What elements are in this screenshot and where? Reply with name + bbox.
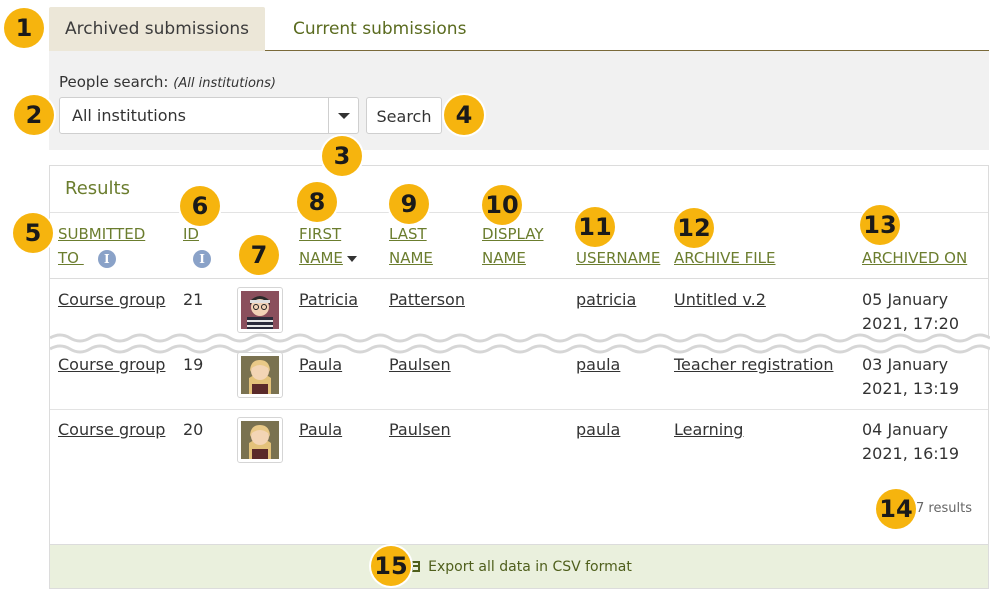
callout-badge: 6 [180, 186, 220, 226]
id-value: 21 [183, 290, 204, 309]
people-search-label-text: People search: [59, 73, 169, 91]
avatar-image [241, 356, 279, 394]
avatar[interactable] [237, 352, 283, 398]
archived-on-line2: 2021, 16:19 [862, 444, 959, 463]
last-name-link[interactable]: Paulsen [389, 418, 451, 442]
search-panel: People search: (All institutions) All in… [49, 51, 989, 150]
avatar[interactable] [237, 417, 283, 463]
col-last-name-line2: NAME [389, 249, 433, 267]
col-display-name-line1: DISPLAY [482, 225, 544, 243]
submitted-to-link[interactable]: Course group [58, 288, 165, 312]
first-name-link[interactable]: Patricia [299, 288, 358, 312]
results-count: 7 results [916, 501, 972, 516]
first-name-link[interactable]: Paula [299, 418, 342, 442]
archived-on-value: 05 January 2021, 17:20 [862, 288, 959, 336]
info-icon[interactable]: i [193, 249, 211, 268]
people-search-label-note: (All institutions) [173, 76, 277, 91]
id-value: 20 [183, 420, 204, 439]
export-csv-link[interactable]: Export all data in CSV format [50, 544, 988, 588]
archived-on-line2: 2021, 13:19 [862, 379, 959, 398]
col-last-name-line1: LAST [389, 225, 427, 243]
username-link[interactable]: paula [576, 353, 620, 377]
col-first-name[interactable]: FIRST NAME [299, 222, 357, 270]
tab-bar: Archived submissions Current submissions [49, 7, 989, 51]
callout-badge: 11 [575, 207, 615, 247]
archive-file-link[interactable]: Untitled v.2 [674, 288, 766, 312]
last-name-link[interactable]: Paulsen [389, 353, 451, 377]
institution-select-value: All institutions [72, 106, 186, 125]
results-title: Results [65, 178, 130, 199]
export-csv-label: Export all data in CSV format [428, 559, 632, 575]
callout-badge: 8 [297, 182, 337, 222]
username-link[interactable]: patricia [576, 288, 636, 312]
archive-file-link[interactable]: Learning [674, 418, 743, 442]
col-submitted-to-line1: SUBMITTED [58, 225, 146, 243]
callout-badge: 7 [239, 235, 279, 275]
tab-current-submissions[interactable]: Current submissions [277, 7, 482, 51]
callout-badge: 15 [371, 546, 411, 586]
col-first-name-line2: NAME [299, 249, 343, 267]
callout-badge: 2 [14, 95, 54, 135]
archived-on-line1: 03 January [862, 355, 949, 374]
callout-badge: 1 [4, 8, 44, 48]
callout-badge: 10 [482, 185, 522, 225]
archived-on-value: 04 January 2021, 16:19 [862, 418, 959, 466]
tab-archived-submissions[interactable]: Archived submissions [49, 7, 265, 51]
username-link[interactable]: paula [576, 418, 620, 442]
first-name-link[interactable]: Paula [299, 353, 342, 377]
col-submitted-to[interactable]: SUBMITTED TO i [58, 222, 145, 270]
callout-badge: 12 [674, 208, 714, 248]
id-value: 19 [183, 355, 204, 374]
avatar[interactable] [237, 287, 283, 333]
callout-badge: 4 [444, 95, 484, 135]
avatar-image [241, 421, 279, 459]
col-archived-on[interactable]: ARCHIVED ON [862, 246, 967, 270]
avatar-image [241, 291, 279, 329]
table-row: Course group 20 Paula Paulsen paula Lear… [50, 409, 988, 474]
submitted-to-link[interactable]: Course group [58, 418, 165, 442]
sort-down-icon [346, 255, 357, 262]
table-row: Course group 19 Paula Paulsen paula Teac… [50, 344, 988, 409]
col-display-name-line2: NAME [482, 249, 526, 267]
col-username[interactable]: USERNAME [576, 246, 660, 270]
callout-badge: 3 [322, 136, 362, 176]
callout-badge: 5 [13, 213, 53, 253]
archived-on-value: 03 January 2021, 13:19 [862, 353, 959, 401]
col-first-name-line1: FIRST [299, 225, 342, 243]
last-name-link[interactable]: Patterson [389, 288, 465, 312]
callout-badge: 13 [860, 205, 900, 245]
col-id[interactable]: ID i [183, 222, 211, 270]
info-icon[interactable]: i [97, 249, 116, 268]
archived-on-line1: 04 January [862, 420, 949, 439]
callout-badge: 9 [389, 184, 429, 224]
col-archive-file[interactable]: ARCHIVE FILE [674, 246, 776, 270]
archived-on-line1: 05 January [862, 290, 949, 309]
col-submitted-to-line2: TO [58, 249, 79, 267]
col-display-name[interactable]: DISPLAY NAME [482, 222, 544, 270]
chevron-down-icon[interactable] [328, 98, 358, 133]
submitted-to-link[interactable]: Course group [58, 353, 165, 377]
search-button[interactable]: Search [366, 97, 442, 134]
institution-select[interactable]: All institutions [59, 97, 359, 134]
callout-badge: 14 [876, 489, 916, 529]
results-panel: Results SUBMITTED TO i ID i FIRST NAME L… [49, 165, 990, 589]
col-last-name[interactable]: LAST NAME [389, 222, 433, 270]
archive-file-link[interactable]: Teacher registration [674, 353, 833, 377]
people-search-label: People search: (All institutions) [59, 73, 276, 91]
